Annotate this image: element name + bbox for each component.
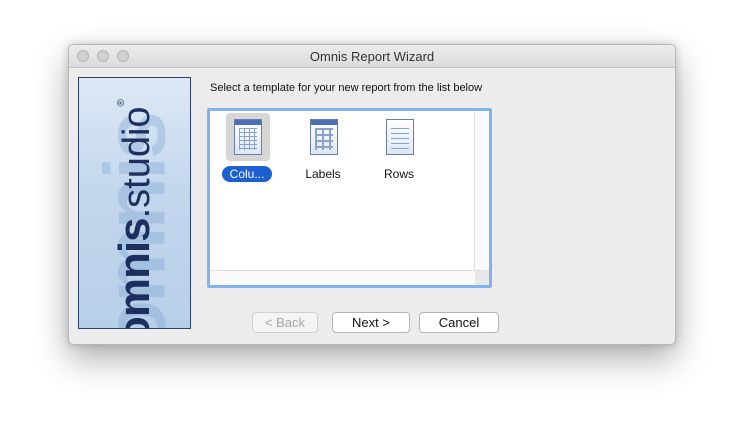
cancel-button[interactable]: Cancel: [419, 312, 499, 333]
omnis-studio-logo-panel: omnis omnis.studio®: [78, 77, 191, 329]
title-bar: Omnis Report Wizard: [69, 45, 675, 68]
template-item-rows[interactable]: Rows: [364, 113, 434, 183]
back-button[interactable]: < Back: [252, 312, 318, 333]
horizontal-scrollbar[interactable]: [210, 270, 489, 285]
omnis-studio-logo: omnis.studio®: [110, 78, 159, 328]
template-label: Labels: [305, 167, 341, 181]
template-item-labels[interactable]: Labels: [288, 113, 358, 183]
template-item-columnar[interactable]: Colu...: [212, 113, 282, 183]
registered-mark: ®: [116, 99, 127, 107]
logo-bold-text: omnis: [110, 218, 159, 329]
vertical-scrollbar[interactable]: [474, 111, 489, 271]
rows-report-icon: [378, 113, 422, 161]
logo-light-text: .studio: [116, 106, 158, 219]
template-label: Rows: [383, 167, 414, 181]
window-title: Omnis Report Wizard: [309, 49, 435, 64]
template-list[interactable]: Colu... Labels Rows: [207, 108, 492, 288]
scrollbar-corner: [475, 271, 489, 285]
instruction-text: Select a template for your new report fr…: [210, 82, 483, 94]
wizard-window: Omnis Report Wizard omnis omnis.studio® …: [68, 44, 676, 345]
labels-report-icon: [302, 113, 346, 161]
next-button[interactable]: Next >: [332, 312, 410, 333]
template-label: Colu...: [212, 166, 282, 182]
columnar-report-icon: [226, 113, 270, 161]
